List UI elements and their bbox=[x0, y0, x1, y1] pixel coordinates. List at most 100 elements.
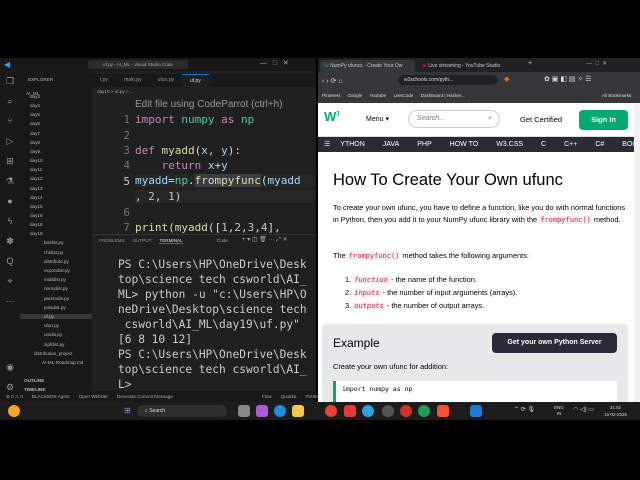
get-certified-link[interactable]: Get Certified bbox=[520, 115, 562, 124]
status-item[interactable]: ⊗ 0 ⚠ 0 bbox=[6, 394, 23, 399]
new-tab-button[interactable]: + bbox=[528, 60, 532, 67]
window-controls[interactable]: — □ ✕ bbox=[260, 59, 289, 67]
editor-tab[interactable]: t.py bbox=[92, 74, 116, 87]
nav-item[interactable]: YTHON bbox=[340, 141, 365, 148]
python-server-button[interactable]: Get your own Python Server bbox=[492, 333, 617, 353]
file-item[interactable]: distribute.py bbox=[44, 259, 69, 264]
file-item[interactable]: poisdist.py bbox=[44, 305, 66, 310]
terminal-output[interactable]: PS C:\Users\HP\OneDrive\Desk top\science … bbox=[118, 257, 307, 392]
tab-output[interactable]: OUTPUT bbox=[133, 238, 152, 243]
folder-item[interactable]: day13 bbox=[30, 186, 43, 191]
folder-item[interactable]: day4 bbox=[30, 103, 40, 108]
example-code[interactable]: import numpy as np bbox=[333, 381, 617, 404]
tab-problems[interactable]: PROBLEMS bbox=[99, 238, 125, 243]
file-item[interactable]: normdist.py bbox=[44, 286, 68, 291]
code-editor[interactable]: Edit file using CodeParrot (ctrl+h) 1 2 … bbox=[92, 98, 316, 236]
folder-item[interactable]: day5 bbox=[30, 112, 40, 117]
telegram-icon[interactable] bbox=[362, 405, 374, 417]
bookmark-google[interactable]: Google bbox=[347, 93, 362, 98]
source-control-icon[interactable]: ⑂ bbox=[0, 111, 20, 131]
folder-item[interactable]: day14 bbox=[30, 195, 43, 200]
editor-tab[interactable]: uf.py bbox=[181, 74, 209, 87]
status-item[interactable]: Quokka bbox=[281, 394, 297, 399]
file-item[interactable]: distribution_project bbox=[34, 351, 73, 356]
command-center[interactable]: uf.py - AI_ML - Visual Studio Code bbox=[88, 60, 188, 69]
folder-item[interactable]: day15 bbox=[30, 204, 43, 209]
status-item[interactable]: Open Website bbox=[79, 394, 108, 399]
network-volume-battery[interactable]: ◠ ◁) ▭ bbox=[573, 406, 594, 413]
lightning-icon[interactable]: ϟ bbox=[0, 211, 20, 231]
copilot-icon[interactable] bbox=[256, 405, 268, 417]
app-icon[interactable] bbox=[418, 405, 430, 417]
nav-item[interactable]: C bbox=[541, 141, 546, 148]
folder-item[interactable]: day18 bbox=[30, 222, 43, 227]
folder-item[interactable]: day9 bbox=[30, 149, 40, 154]
folder-item[interactable]: day10 bbox=[30, 158, 43, 163]
nav-item[interactable]: BOO bbox=[622, 141, 634, 148]
language-indicator[interactable]: ENG IN bbox=[554, 405, 564, 417]
folder-item[interactable]: day12 bbox=[30, 176, 43, 181]
bookmark-hackerrank[interactable]: Dashboard | Hacker... bbox=[421, 93, 465, 98]
file-item[interactable]: multdist.py bbox=[44, 277, 66, 282]
file-item[interactable]: chidist.py bbox=[44, 250, 63, 255]
search-icon[interactable]: ⌕ bbox=[0, 91, 20, 111]
window-controls[interactable]: — □ ✕ bbox=[586, 60, 607, 67]
bookmark-leetcode[interactable]: LeetCode bbox=[393, 93, 413, 98]
github-icon[interactable]: ● bbox=[0, 191, 20, 211]
opera-icon[interactable] bbox=[400, 405, 412, 417]
terminal-profile[interactable]: Code bbox=[217, 238, 228, 243]
status-item[interactable]: BLACKBOX Agent bbox=[32, 394, 70, 399]
clock[interactable]: 21:52 18-02-2026 bbox=[604, 404, 627, 418]
status-item[interactable]: Generate Commit Message bbox=[117, 394, 173, 399]
file-item[interactable]: AI-ML-Roadmap.md bbox=[42, 360, 83, 365]
explorer-icon[interactable]: ❐ bbox=[0, 71, 20, 91]
vscode-icon[interactable] bbox=[470, 405, 482, 417]
run-debug-icon[interactable]: ▷ bbox=[0, 131, 20, 151]
terminal-actions[interactable]: + ▾ ◫ 🗑 ··· ⤢ ✕ bbox=[242, 236, 288, 244]
bookmark-pinterest[interactable]: Pinterest bbox=[322, 93, 340, 98]
address-bar[interactable]: w3schools.com/pyth... bbox=[398, 75, 498, 85]
extensions-icon[interactable]: ⊞ bbox=[0, 151, 20, 171]
folder-item[interactable]: day7 bbox=[30, 131, 40, 136]
account-icon[interactable]: ◉ bbox=[0, 357, 20, 377]
folder-item[interactable]: day3 bbox=[30, 94, 40, 99]
pin-icon[interactable]: ⌖ bbox=[0, 271, 20, 291]
editor-tab[interactable]: ufun.py bbox=[150, 74, 182, 87]
nav-item[interactable]: PHP bbox=[417, 141, 431, 148]
scrollbar[interactable] bbox=[634, 103, 640, 402]
obs-icon[interactable] bbox=[382, 405, 394, 417]
chrome-icon[interactable] bbox=[325, 405, 337, 417]
widgets-icon[interactable] bbox=[8, 405, 20, 417]
breadcrumb[interactable]: day19 > uf.py > ... bbox=[97, 89, 134, 94]
file-item[interactable]: paretodis.py bbox=[44, 296, 69, 301]
nav-item[interactable]: C# bbox=[595, 141, 604, 148]
nav-item[interactable]: C++ bbox=[564, 141, 577, 148]
extension-icons[interactable]: ✿ ▣ ◧ ▤ ✧ ☰ bbox=[544, 75, 592, 83]
bookmark-youtube[interactable]: Youtube bbox=[369, 93, 386, 98]
folder-item[interactable]: day11 bbox=[30, 167, 42, 172]
file-item[interactable]: zipfdist.py bbox=[44, 342, 64, 347]
taskbar-search[interactable]: ⌕ Search bbox=[137, 405, 227, 417]
all-bookmarks[interactable]: All Bookmarks bbox=[602, 93, 631, 98]
paw-icon[interactable]: ✽ bbox=[0, 231, 20, 251]
nav-item[interactable]: JAVA bbox=[383, 141, 399, 148]
more-icon[interactable]: ··· bbox=[0, 291, 20, 311]
nav-buttons[interactable]: ‹ › ⟳ ⌂ bbox=[322, 77, 343, 85]
nav-item[interactable]: HOW TO bbox=[450, 141, 479, 148]
sign-in-button[interactable]: Sign In bbox=[579, 110, 628, 130]
edge-icon[interactable] bbox=[274, 405, 286, 417]
file-explorer-icon[interactable] bbox=[292, 405, 304, 417]
testing-icon[interactable]: ⚗ bbox=[0, 171, 20, 191]
file-item[interactable]: bindist.py bbox=[44, 240, 63, 245]
tray-icons[interactable]: ⌃ ⟳ 🎙 bbox=[514, 406, 535, 413]
file-item[interactable]: ufun.py bbox=[44, 323, 59, 328]
folder-item[interactable]: day6 bbox=[30, 121, 40, 126]
start-icon[interactable]: ⊞ bbox=[124, 406, 131, 415]
nav-item[interactable]: W3.CSS bbox=[496, 141, 523, 148]
app-icon[interactable] bbox=[344, 405, 356, 417]
folder-item[interactable]: day8 bbox=[30, 140, 40, 145]
status-item[interactable]: Flow bbox=[262, 394, 272, 399]
file-item[interactable]: unidis.py bbox=[44, 332, 62, 337]
menu-button[interactable]: Menu ▾ bbox=[366, 115, 389, 123]
outline-section[interactable]: OUTLINE bbox=[24, 378, 44, 383]
